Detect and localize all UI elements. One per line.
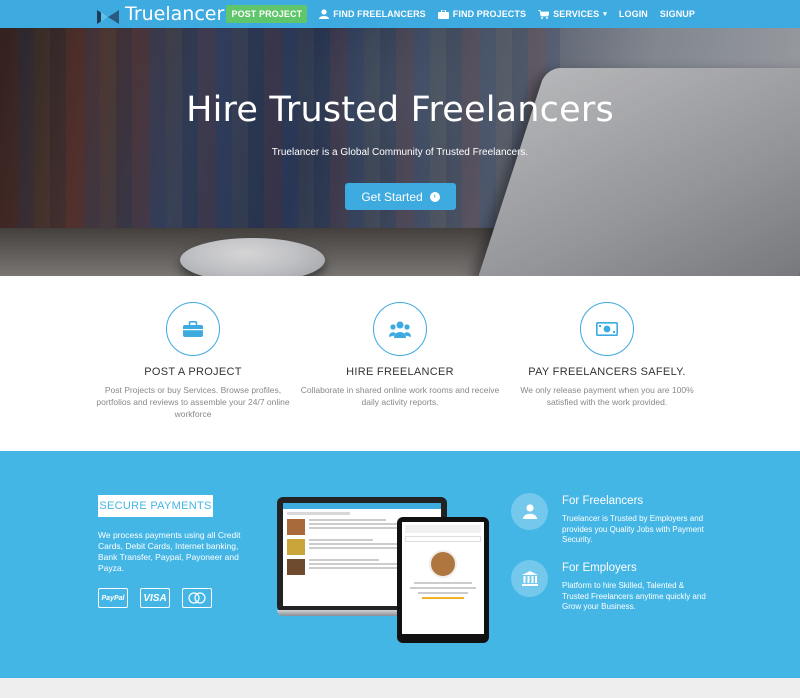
team-icon bbox=[389, 321, 411, 338]
top-navbar: Truelancer POST PROJECT FIND FREELANCERS… bbox=[0, 0, 800, 28]
feature-description: Collaborate in shared online work rooms … bbox=[300, 385, 500, 407]
find-projects-link[interactable]: FIND PROJECTS bbox=[437, 9, 527, 19]
brand-logo[interactable]: Truelancer bbox=[97, 3, 224, 25]
arrow-right-icon: › bbox=[429, 191, 440, 202]
services-dropdown[interactable]: SERVICES ▾ bbox=[538, 9, 607, 19]
feature-icon-circle bbox=[580, 302, 634, 356]
tablet-screen bbox=[402, 522, 484, 634]
user-icon bbox=[522, 504, 537, 519]
feature-title: POST A PROJECT bbox=[144, 366, 242, 378]
role-description: Truelancer is Trusted by Employers and p… bbox=[562, 514, 704, 544]
mastercard-circles-icon bbox=[188, 592, 206, 604]
role-title: For Freelancers bbox=[562, 495, 644, 507]
role-icon-circle bbox=[511, 560, 548, 597]
mastercard-logo bbox=[182, 588, 212, 608]
feature-hire-freelancer: HIRE FREELANCER Collaborate in shared on… bbox=[300, 302, 500, 408]
user-icon bbox=[319, 9, 330, 19]
briefcase-icon bbox=[437, 9, 449, 19]
feature-icon-circle bbox=[166, 302, 220, 356]
services-label: SERVICES bbox=[553, 9, 600, 19]
secure-payments-description: We process payments using all Credit Car… bbox=[98, 530, 241, 573]
brand-name: Truelancer bbox=[125, 3, 225, 25]
info-section: SECURE PAYMENTS We process payments usin… bbox=[0, 451, 800, 678]
feature-icon-circle bbox=[373, 302, 427, 356]
cart-icon bbox=[538, 9, 550, 19]
visa-logo: VISA bbox=[140, 588, 170, 608]
secure-payments-heading: SECURE PAYMENTS bbox=[98, 495, 213, 517]
tablet-mockup bbox=[397, 517, 489, 643]
role-title: For Employers bbox=[562, 562, 637, 574]
feature-post-project: POST A PROJECT Post Projects or buy Serv… bbox=[93, 302, 293, 420]
bank-icon bbox=[521, 571, 538, 586]
features-section: POST A PROJECT Post Projects or buy Serv… bbox=[0, 276, 800, 451]
find-freelancers-label: FIND FREELANCERS bbox=[333, 9, 426, 19]
money-icon bbox=[596, 322, 618, 336]
find-freelancers-link[interactable]: FIND FREELANCERS bbox=[319, 9, 426, 19]
post-project-button[interactable]: POST PROJECT bbox=[226, 5, 308, 23]
hero-banner: Hire Trusted Freelancers Truelancer is a… bbox=[0, 28, 800, 276]
get-started-label: Get Started bbox=[361, 189, 423, 204]
footer-strip bbox=[0, 678, 800, 698]
find-projects-label: FIND PROJECTS bbox=[452, 9, 527, 19]
role-icon-circle bbox=[511, 493, 548, 530]
login-link[interactable]: LOGIN bbox=[619, 9, 648, 19]
hero-title: Hire Trusted Freelancers bbox=[186, 90, 614, 130]
feature-title: HIRE FREELANCER bbox=[346, 366, 454, 378]
devices-mockup bbox=[272, 497, 497, 645]
role-description: Platform to hire Skilled, Talented & Tru… bbox=[562, 581, 706, 611]
payment-logos: PayPal VISA bbox=[98, 588, 212, 608]
chevron-down-icon: ▾ bbox=[603, 11, 607, 18]
hero-subtitle: Truelancer is a Global Community of Trus… bbox=[271, 147, 529, 158]
feature-description: We only release payment when you are 100… bbox=[520, 385, 694, 407]
feature-description: Post Projects or buy Services. Browse pr… bbox=[96, 385, 290, 419]
get-started-button[interactable]: Get Started › bbox=[345, 183, 456, 210]
briefcase-icon bbox=[183, 321, 203, 337]
paypal-logo: PayPal bbox=[98, 588, 128, 608]
feature-pay-safely: PAY FREELANCERS SAFELY. We only release … bbox=[507, 302, 707, 408]
signup-link[interactable]: SIGNUP bbox=[660, 9, 695, 19]
truelancer-logo-icon bbox=[97, 7, 119, 24]
feature-title: PAY FREELANCERS SAFELY. bbox=[528, 366, 686, 378]
